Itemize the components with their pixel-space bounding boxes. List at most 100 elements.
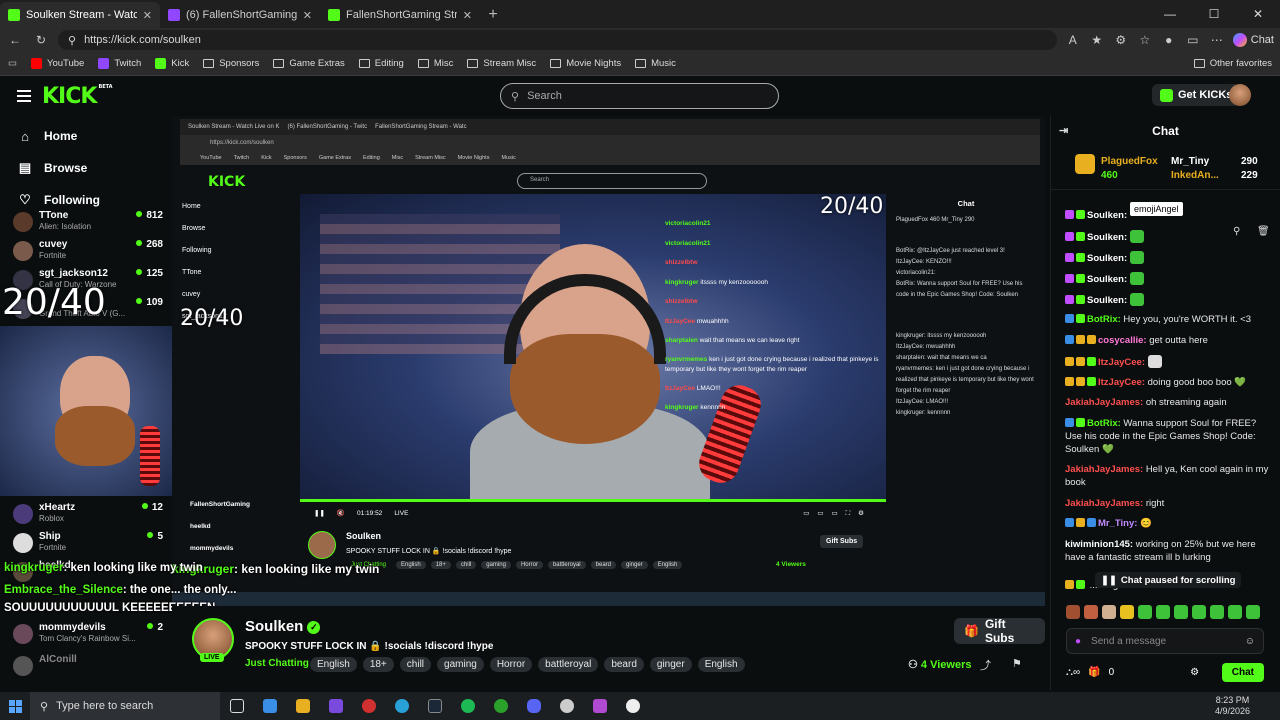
chat-user[interactable]: Soulken: — [1087, 210, 1127, 221]
pin-icon[interactable]: ⚲ — [1233, 226, 1240, 237]
video-player[interactable]: Soulken Stream - Watch Live on K (6) Fal… — [172, 116, 1045, 606]
emote-icon[interactable] — [1138, 605, 1152, 619]
close-icon[interactable]: ✕ — [143, 9, 152, 22]
app-button[interactable] — [319, 699, 352, 713]
tag[interactable]: gaming — [437, 657, 484, 672]
maximize-button[interactable]: ☐ — [1192, 0, 1236, 28]
read-aloud-icon[interactable]: A — [1065, 33, 1081, 47]
tag[interactable]: English — [697, 657, 745, 672]
url-field[interactable]: ⚲ https://kick.com/soulken — [58, 30, 1057, 50]
leader-name[interactable]: InkedAn... — [1171, 170, 1219, 181]
app-button[interactable] — [583, 699, 616, 713]
task-view-button[interactable] — [220, 699, 253, 713]
sidebar-channel[interactable]: TTone Alien: Isolation 812 — [13, 210, 163, 238]
taskbar-clock[interactable]: 8:23 PM 4/9/2026 — [1215, 695, 1280, 717]
emoji-icon[interactable]: ☺ — [1245, 636, 1255, 647]
streamer-name[interactable]: Soulken ✓ — [245, 618, 321, 635]
gift-icon[interactable]: 🎁 — [1088, 667, 1100, 678]
favorites-icon[interactable]: ☆ — [1137, 33, 1153, 47]
bookmark-kick[interactable]: Kick — [155, 58, 189, 69]
emote-icon[interactable] — [1102, 605, 1116, 619]
more-icon[interactable]: ⋯ — [1209, 33, 1225, 47]
favorite-star-icon[interactable]: ★ — [1089, 33, 1105, 47]
browser-tab-3[interactable]: FallenShortGaming Stream - Watc ✕ — [320, 2, 480, 28]
kick-logo[interactable]: KICK BETA — [42, 84, 113, 109]
copilot-chat-button[interactable]: Chat — [1232, 33, 1274, 47]
tag[interactable]: battleroyal — [538, 657, 599, 672]
close-icon[interactable]: ✕ — [463, 9, 472, 22]
kick-points-icon[interactable]: ⛬∞ — [1066, 667, 1080, 678]
spotify-button[interactable] — [451, 699, 484, 713]
sidebar-item-browse[interactable]: ▤ Browse — [0, 152, 172, 184]
gift-subs-button[interactable]: 🎁 Gift Subs — [954, 617, 1045, 645]
sidebar-channel[interactable]: cuvey Fortnite 268 — [13, 239, 163, 267]
bookmark-youtube[interactable]: YouTube — [30, 58, 84, 69]
category-link[interactable]: Just Chatting — [245, 658, 309, 669]
edge-button[interactable] — [385, 699, 418, 713]
close-window-button[interactable]: ✕ — [1236, 0, 1280, 28]
tag[interactable]: ginger — [649, 657, 692, 672]
leader-name[interactable]: Mr_Tiny — [1171, 156, 1209, 167]
emote-icon[interactable] — [1192, 605, 1206, 619]
sidebar-item-home[interactable]: ⌂ Home — [0, 120, 172, 152]
chat-user[interactable]: ItzJayCee: — [1098, 377, 1145, 388]
bookmark-game-extras[interactable]: Game Extras — [273, 58, 345, 69]
share-icon[interactable]: ⤴ — [980, 657, 991, 673]
emote-icon[interactable] — [1120, 605, 1134, 619]
chat-user[interactable]: Soulken: — [1087, 274, 1127, 285]
browser-tab-1[interactable]: Soulken Stream - Watch Live on Ki ✕ — [0, 2, 160, 28]
search-input[interactable]: ⚲ Search — [500, 83, 779, 109]
extensions-icon[interactable]: ⚙ — [1113, 33, 1129, 47]
menu-icon[interactable] — [17, 90, 31, 105]
bookmark-sponsors[interactable]: Sponsors — [203, 58, 259, 69]
start-button[interactable] — [0, 699, 30, 713]
reload-button[interactable]: ↻ — [32, 33, 50, 47]
avatar[interactable] — [1229, 84, 1251, 106]
store-button[interactable] — [253, 699, 286, 713]
volume-icon[interactable]: 🔇 — [337, 509, 345, 517]
tag[interactable]: beard — [604, 657, 644, 672]
emote-icon[interactable] — [1174, 605, 1188, 619]
chat-user[interactable]: cosycallie: — [1098, 335, 1147, 346]
xbox-button[interactable] — [484, 699, 517, 713]
close-icon[interactable]: ✕ — [303, 9, 312, 22]
emote-icon[interactable] — [1066, 605, 1080, 619]
chat-user[interactable]: JakiahJayJames: — [1065, 397, 1143, 408]
bookmark-music[interactable]: Music — [635, 58, 676, 69]
app-button[interactable] — [352, 699, 385, 713]
delete-icon[interactable]: 🗑 — [1257, 226, 1270, 237]
leader-name[interactable]: PlaguedFox — [1101, 156, 1158, 167]
bookmark-editing[interactable]: Editing — [358, 58, 404, 69]
bookmark-twitch[interactable]: Twitch — [98, 58, 141, 69]
chat-send-button[interactable]: Chat — [1221, 662, 1264, 682]
chat-user[interactable]: JakiahJayJames: — [1065, 498, 1143, 509]
new-tab-button[interactable]: + — [480, 2, 506, 28]
sidebar-channel[interactable]: Ship Fortnite 5 — [13, 531, 163, 559]
profile-icon[interactable]: ● — [1161, 33, 1177, 47]
bookmark-stream-misc[interactable]: Stream Misc — [467, 58, 536, 69]
emote-icon[interactable] — [1210, 605, 1224, 619]
chat-user[interactable]: BotRix: — [1087, 314, 1121, 325]
sidebar-channel[interactable]: xHeartz Roblox 12 — [13, 502, 163, 530]
chat-paused-banner[interactable]: ❚❚ Chat paused for scrolling — [1095, 572, 1242, 588]
chat-message-input[interactable]: ● Send a message ☺ — [1066, 628, 1264, 654]
emote-icon[interactable] — [1156, 605, 1170, 619]
app-button[interactable] — [616, 699, 649, 713]
bookmark-misc[interactable]: Misc — [417, 58, 453, 69]
tag[interactable]: chill — [399, 657, 432, 672]
emote-icon[interactable] — [1228, 605, 1242, 619]
settings-button[interactable] — [550, 699, 583, 713]
get-kicks-button[interactable]: Get KICKs — [1152, 84, 1241, 106]
file-explorer-button[interactable] — [286, 699, 319, 713]
tag[interactable]: 18+ — [362, 657, 394, 672]
chat-user[interactable]: Soulken: — [1087, 232, 1127, 243]
player-settings-icons[interactable]: ▭▭▭⛶⚙ — [803, 509, 872, 518]
steam-button[interactable] — [418, 699, 451, 713]
chat-user[interactable]: kiwiminion145: — [1065, 539, 1133, 550]
taskbar-search[interactable]: ⚲ Type here to search — [30, 692, 220, 720]
browser-tab-2[interactable]: (6) FallenShortGaming - Twitc ✕ — [160, 2, 320, 28]
bookmark-movie-nights[interactable]: Movie Nights — [550, 58, 621, 69]
chat-user[interactable]: JakiahJayJames: — [1065, 464, 1143, 475]
emote-icon[interactable] — [1084, 605, 1098, 619]
collapse-chat-icon[interactable]: ⇥ — [1059, 124, 1068, 137]
